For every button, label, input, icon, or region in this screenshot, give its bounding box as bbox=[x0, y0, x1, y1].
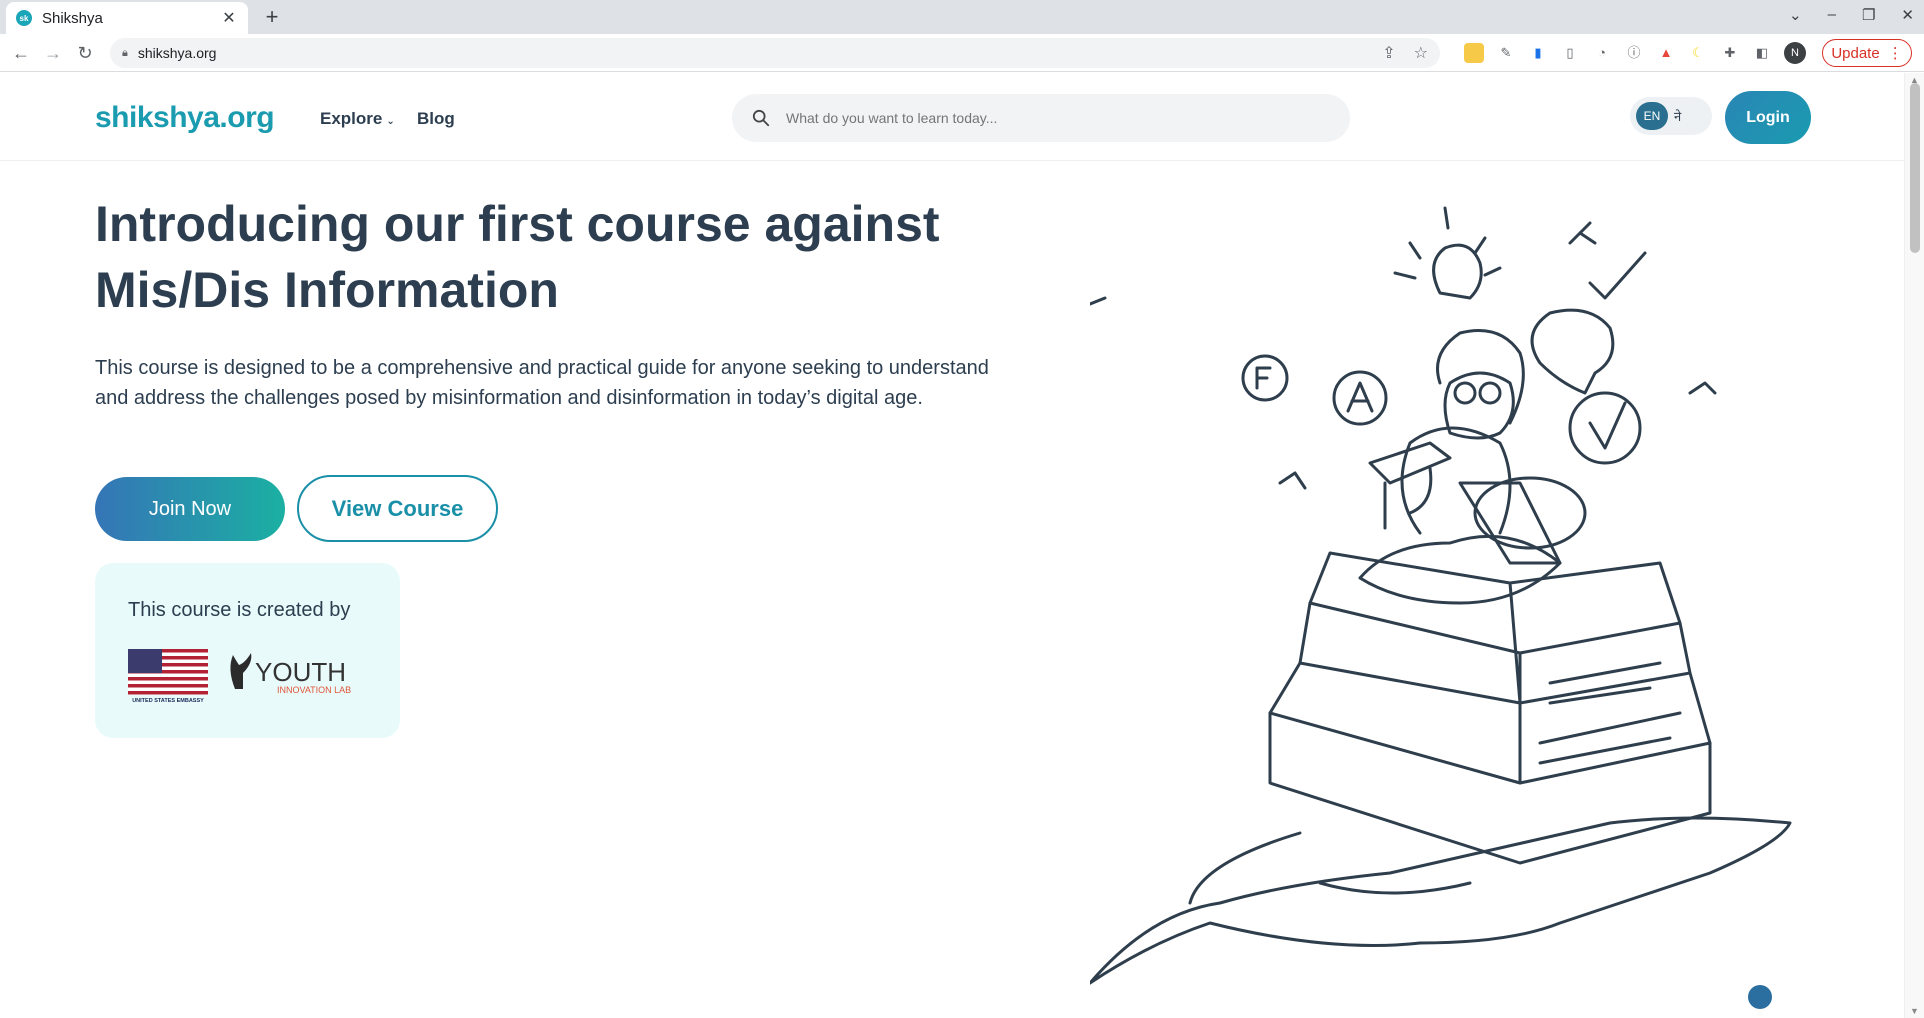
close-tab-icon[interactable]: ✕ bbox=[220, 8, 238, 28]
extension-icon[interactable] bbox=[1464, 43, 1484, 63]
dark-mode-icon[interactable]: ☾ bbox=[1688, 43, 1708, 63]
browser-toolbar: ← → ↻ 🔒︎ shikshya.org ⇪ ☆ ✎ ▮ ▯ ◔ ⓘ ▲ ☾ … bbox=[0, 34, 1924, 72]
url-text: shikshya.org bbox=[137, 45, 217, 61]
extension-icon[interactable]: ▮ bbox=[1528, 43, 1548, 63]
extension-icon[interactable]: ▯ bbox=[1560, 43, 1580, 63]
nav-explore-label: Explore bbox=[320, 109, 383, 128]
reload-icon[interactable]: ↻ bbox=[74, 42, 96, 64]
new-tab-button[interactable]: + bbox=[258, 4, 286, 32]
nav-explore[interactable]: Explore ⌄ bbox=[320, 109, 395, 129]
hero-description: This course is designed to be a comprehe… bbox=[95, 357, 989, 409]
embassy-caption: UNITED STATES EMBASSY bbox=[132, 698, 204, 704]
site-header: shikshya.org Explore⌄ Blog EN ने Login bbox=[0, 73, 1904, 161]
site-favicon-icon: sk bbox=[16, 10, 32, 26]
update-button[interactable]: Update ⋮ bbox=[1822, 39, 1912, 67]
student-on-books-illustration bbox=[1090, 206, 1792, 985]
created-by-title: This course is created by bbox=[128, 599, 351, 621]
nav-blog[interactable]: Blog bbox=[417, 109, 455, 129]
hero-title: Introducing our first course against Mis… bbox=[95, 196, 940, 318]
yil-sub-text: INNOVATION LAB bbox=[277, 685, 351, 695]
language-toggle[interactable]: EN ने bbox=[1630, 97, 1712, 135]
created-by-card: This course is created by UNITED STATES … bbox=[95, 563, 400, 738]
extensions-row: ✎ ▮ ▯ ◔ ⓘ ▲ ☾ ✚ ◧ N bbox=[1464, 42, 1806, 64]
back-icon[interactable]: ← bbox=[10, 42, 32, 64]
eyedropper-icon[interactable]: ✎ bbox=[1496, 43, 1516, 63]
extension-icon[interactable]: ▲ bbox=[1656, 43, 1676, 63]
youth-innovation-lab-logo: YOUTH INNOVATION LAB bbox=[230, 653, 351, 695]
puzzle-icon[interactable]: ✚ bbox=[1720, 43, 1740, 63]
lock-icon[interactable]: 🔒︎ bbox=[122, 47, 128, 60]
share-icon[interactable]: ⇪ bbox=[1382, 43, 1395, 63]
chevron-down-icon: ⌄ bbox=[386, 116, 395, 127]
close-window-icon[interactable]: ✕ bbox=[1901, 6, 1914, 24]
bookmark-star-icon[interactable]: ☆ bbox=[1414, 43, 1428, 63]
page-scrollbar[interactable]: ▲ ▼ bbox=[1904, 73, 1924, 1018]
side-panel-icon[interactable]: ◧ bbox=[1752, 43, 1772, 63]
more-menu-icon: ⋮ bbox=[1887, 45, 1903, 62]
address-bar[interactable]: 🔒︎ shikshya.org ⇪ ☆ bbox=[110, 38, 1440, 68]
minimize-icon[interactable]: – bbox=[1828, 6, 1836, 24]
browser-tab-bar: sk Shikshya ✕ + ⌄ – ❐ ✕ bbox=[0, 0, 1924, 34]
us-embassy-logo: UNITED STATES EMBASSY bbox=[128, 649, 208, 704]
update-label: Update bbox=[1831, 44, 1880, 62]
tab-search-icon[interactable]: ⌄ bbox=[1789, 6, 1802, 24]
scroll-down-icon[interactable]: ▼ bbox=[1910, 1006, 1919, 1016]
search-bar[interactable] bbox=[732, 94, 1350, 142]
window-controls: ⌄ – ❐ ✕ bbox=[1789, 6, 1914, 24]
yil-main-text: YOUTH bbox=[255, 657, 346, 687]
chat-widget-button[interactable] bbox=[1748, 985, 1772, 1009]
join-now-button[interactable]: Join Now bbox=[95, 477, 285, 541]
login-button[interactable]: Login bbox=[1725, 91, 1811, 144]
extension-icon[interactable]: ⓘ bbox=[1624, 43, 1644, 63]
lang-ne-option[interactable]: ने bbox=[1674, 107, 1681, 125]
extension-icon[interactable]: ◔ bbox=[1592, 43, 1612, 63]
forward-icon[interactable]: → bbox=[42, 42, 64, 64]
lang-en-option[interactable]: EN bbox=[1636, 102, 1668, 130]
site-logo[interactable]: shikshya.org bbox=[95, 101, 275, 135]
browser-tab[interactable]: sk Shikshya ✕ bbox=[6, 2, 248, 34]
profile-avatar[interactable]: N bbox=[1784, 42, 1806, 64]
page: shikshya.org Explore⌄ Blog EN ने Login I… bbox=[0, 73, 1904, 1018]
restore-icon[interactable]: ❐ bbox=[1862, 6, 1875, 24]
scrollbar-thumb[interactable] bbox=[1910, 83, 1920, 253]
view-course-button[interactable]: View Course bbox=[297, 475, 498, 542]
search-input[interactable] bbox=[786, 110, 1330, 126]
search-icon bbox=[752, 109, 770, 127]
tab-title: Shikshya bbox=[42, 9, 103, 27]
